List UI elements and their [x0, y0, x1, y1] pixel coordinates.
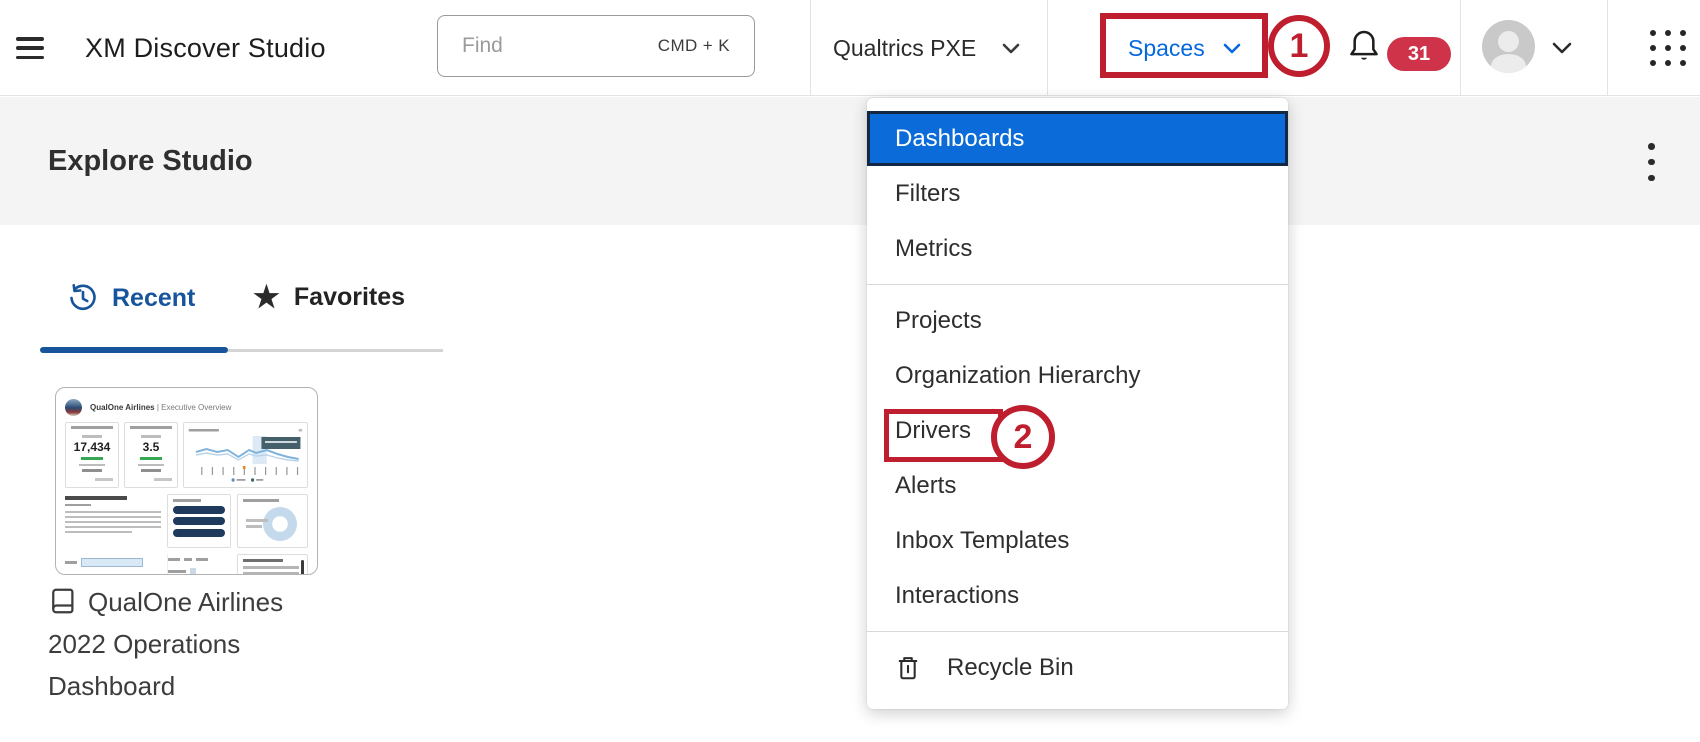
kpi-tile: 3.5 — [124, 422, 178, 488]
text-widget — [65, 494, 161, 548]
buttons-widget — [167, 494, 231, 548]
spaces-dropdown-menu: Dashboards Filters Metrics Projects Orga… — [867, 98, 1288, 709]
star-icon: ★ — [253, 280, 280, 314]
hamburger-menu-icon[interactable] — [16, 37, 44, 59]
trend-chart-tile — [183, 422, 308, 488]
menu-item-metrics[interactable]: Metrics — [867, 221, 1288, 276]
page-header-band: Explore Studio — [0, 97, 1700, 225]
divider — [810, 0, 811, 96]
donut-chart-widget — [237, 494, 308, 548]
brand-account-dropdown[interactable]: Qualtrics PXE — [833, 0, 1020, 96]
avatar-silhouette — [1498, 31, 1519, 52]
dashboard-card-title[interactable]: QualOne Airlines 2022 Operations Dashboa… — [48, 581, 320, 707]
app-grid-icon[interactable] — [1650, 30, 1688, 68]
search-input[interactable]: Find CMD + K — [437, 15, 755, 77]
menu-item-label: Recycle Bin — [947, 653, 1074, 681]
tab-recent-label: Recent — [112, 283, 196, 312]
chevron-down-icon — [1002, 43, 1020, 53]
menu-item-dashboards[interactable]: Dashboards — [867, 111, 1288, 166]
menu-divider — [867, 284, 1288, 285]
top-bar: XM Discover Studio Find CMD + K Qualtric… — [0, 0, 1700, 96]
kpi-value: 17,434 — [73, 439, 111, 454]
spaces-label: Spaces — [1128, 34, 1205, 61]
kpi-value: 3.5 — [142, 439, 160, 454]
app-window: XM Discover Studio Find CMD + K Qualtric… — [0, 0, 1700, 742]
menu-item-organization-hierarchy[interactable]: Organization Hierarchy — [867, 348, 1288, 403]
trash-icon — [895, 654, 921, 682]
search-shortcut-hint: CMD + K — [657, 36, 730, 55]
divider — [1047, 0, 1048, 96]
menu-item-recycle-bin[interactable]: Recycle Bin — [867, 640, 1288, 695]
thumbnail-dashboard-title: QualOne Airlines | Executive Overview — [90, 402, 232, 412]
page-title: Explore Studio — [48, 144, 253, 177]
kpi-tile: 17,434 — [65, 422, 119, 488]
spaces-dropdown-button[interactable]: Spaces — [1128, 0, 1241, 96]
dashboard-card-thumbnail[interactable]: QualOne Airlines | Executive Overview 17… — [55, 387, 318, 575]
tab-track — [228, 349, 443, 352]
divider — [1607, 0, 1608, 96]
menu-divider — [867, 631, 1288, 632]
active-tab-underline — [40, 347, 228, 353]
column-chart-widget — [167, 554, 231, 574]
menu-item-inbox-templates[interactable]: Inbox Templates — [867, 513, 1288, 568]
menu-item-drivers[interactable]: Drivers — [867, 403, 1288, 458]
menu-item-interactions[interactable]: Interactions — [867, 568, 1288, 623]
menu-item-alerts[interactable]: Alerts — [867, 458, 1288, 513]
notifications-bell-icon[interactable] — [1348, 28, 1380, 64]
bar-chart-widget — [65, 554, 161, 574]
airline-logo — [65, 398, 82, 416]
tab-favorites[interactable]: ★ Favorites — [253, 280, 406, 314]
menu-item-filters[interactable]: Filters — [867, 166, 1288, 221]
chevron-down-icon[interactable] — [1552, 42, 1572, 54]
divider — [1460, 0, 1461, 96]
menu-item-projects[interactable]: Projects — [867, 293, 1288, 348]
search-placeholder: Find — [462, 34, 503, 57]
user-avatar[interactable] — [1482, 20, 1535, 73]
book-icon — [52, 588, 74, 614]
app-title: XM Discover Studio — [85, 32, 326, 63]
comment-widget — [237, 554, 308, 574]
chevron-down-icon — [1223, 43, 1241, 53]
history-icon — [70, 283, 96, 311]
tab-recent[interactable]: Recent — [68, 283, 195, 313]
page-options-kebab-icon[interactable] — [1648, 143, 1656, 181]
notification-count-badge[interactable]: 31 — [1387, 37, 1451, 71]
tab-favorites-label: Favorites — [293, 283, 406, 311]
brand-account-label: Qualtrics PXE — [833, 34, 977, 61]
